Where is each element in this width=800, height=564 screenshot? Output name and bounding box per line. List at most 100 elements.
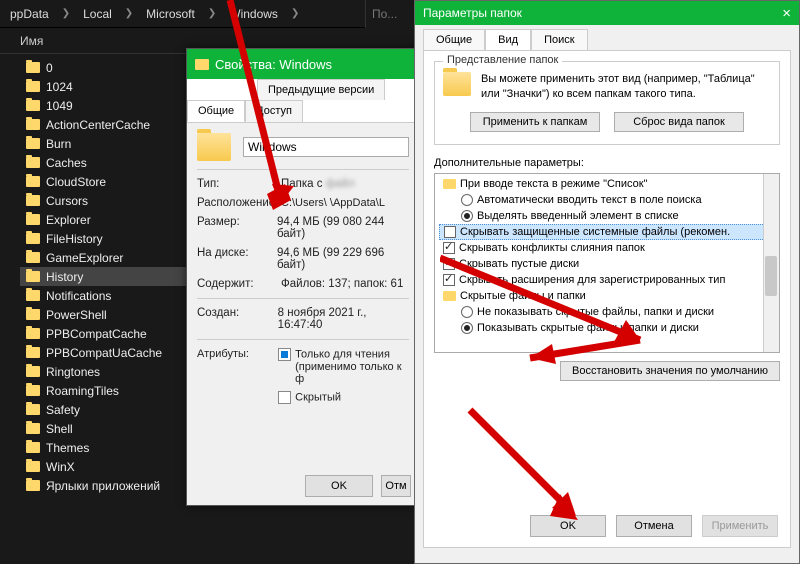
tab-general[interactable]: Общие xyxy=(423,29,485,50)
folder-icon xyxy=(26,119,40,130)
chevron-right-icon: ❯ xyxy=(119,4,139,23)
checkbox[interactable] xyxy=(443,242,455,254)
folder-icon xyxy=(26,309,40,320)
tab-previous-versions[interactable]: Предыдущие версии xyxy=(257,79,385,100)
folder-label: 1049 xyxy=(46,99,73,113)
folder-icon xyxy=(26,176,40,187)
dialog-titlebar[interactable]: Свойства: Windows xyxy=(187,49,419,79)
tab-view[interactable]: Вид xyxy=(485,29,531,50)
folder-icon xyxy=(26,81,40,92)
folder-icon xyxy=(26,347,40,358)
folder-label: History xyxy=(46,270,83,284)
folder-label: PPBCompatUaCache xyxy=(46,346,162,360)
folder-icon xyxy=(26,404,40,415)
breadcrumb-seg[interactable]: Windows xyxy=(223,3,284,25)
folder-icon xyxy=(443,179,456,189)
folder-icon xyxy=(26,62,40,73)
dialog-title: Свойства: Windows xyxy=(215,57,332,72)
checkbox-hide-protected[interactable] xyxy=(444,226,456,238)
ok-button[interactable]: OK xyxy=(305,475,373,497)
folder-icon xyxy=(26,461,40,472)
folder-label: PPBCompatCache xyxy=(46,327,147,341)
breadcrumb-seg[interactable]: Local xyxy=(77,3,118,25)
folder-label: GameExplorer xyxy=(46,251,123,265)
folder-label: RoamingTiles xyxy=(46,384,119,398)
cancel-button[interactable]: Отм xyxy=(381,475,411,497)
folder-label: Caches xyxy=(46,156,87,170)
folder-label: Burn xyxy=(46,137,71,151)
reset-folders-button[interactable]: Сброс вида папок xyxy=(614,112,744,132)
chevron-right-icon: ❯ xyxy=(202,4,222,23)
folder-label: Explorer xyxy=(46,213,91,227)
label-type: Тип: xyxy=(197,178,281,190)
checkbox-readonly[interactable] xyxy=(278,348,291,361)
label-size-on-disk: На диске: xyxy=(197,247,277,271)
radio[interactable] xyxy=(461,306,473,318)
label-size: Размер: xyxy=(197,216,277,240)
apply-to-folders-button[interactable]: Применить к папкам xyxy=(470,112,600,132)
folder-icon xyxy=(26,214,40,225)
folder-options-dialog: Параметры папок × Общие Вид Поиск Предст… xyxy=(414,0,800,564)
folder-icon xyxy=(443,291,456,301)
folder-label: Safety xyxy=(46,403,80,417)
folder-label: Shell xyxy=(46,422,73,436)
folder-label: Themes xyxy=(46,441,89,455)
folder-icon xyxy=(26,252,40,263)
search-input[interactable]: По... xyxy=(365,0,420,28)
folder-label: 0 xyxy=(46,61,53,75)
dialog-title: Параметры папок xyxy=(423,6,522,20)
breadcrumb-seg[interactable]: Microsoft xyxy=(140,3,201,25)
restore-defaults-button[interactable]: Восстановить значения по умолчанию xyxy=(560,361,780,381)
folder-icon xyxy=(26,100,40,111)
folder-label: Notifications xyxy=(46,289,111,303)
radio-show-hidden[interactable] xyxy=(461,322,473,334)
folder-icon xyxy=(26,290,40,301)
chevron-right-icon: ❯ xyxy=(56,4,76,23)
scrollbar-thumb[interactable] xyxy=(765,256,777,296)
apply-button[interactable]: Применить xyxy=(702,515,778,537)
tab-general[interactable]: Общие xyxy=(187,100,245,122)
folder-icon xyxy=(26,366,40,377)
folder-icon xyxy=(26,385,40,396)
folder-label: Cursors xyxy=(46,194,88,208)
checkbox[interactable] xyxy=(443,258,455,270)
ok-button[interactable]: OK xyxy=(530,515,606,537)
scrollbar[interactable] xyxy=(763,174,779,352)
breadcrumb-seg[interactable]: ppData xyxy=(4,3,55,25)
folder-label: CloudStore xyxy=(46,175,106,189)
folder-icon xyxy=(26,271,40,282)
folder-icon xyxy=(195,59,209,70)
folder-icon xyxy=(26,157,40,168)
folder-icon xyxy=(26,442,40,453)
folder-icon xyxy=(26,423,40,434)
label-contains: Содержит: xyxy=(197,278,281,290)
folder-label: WinX xyxy=(46,460,75,474)
checkbox[interactable] xyxy=(443,274,455,286)
folder-icon xyxy=(26,138,40,149)
folder-label: 1024 xyxy=(46,80,73,94)
dialog-titlebar[interactable]: Параметры папок × xyxy=(415,1,799,25)
radio[interactable] xyxy=(461,210,473,222)
tab-sharing[interactable]: Доступ xyxy=(245,100,303,122)
folder-icon xyxy=(26,480,40,491)
properties-dialog: Свойства: Windows Предыдущие версии Общи… xyxy=(186,48,420,506)
column-name[interactable]: Имя xyxy=(20,34,400,48)
tab-search[interactable]: Поиск xyxy=(531,29,587,50)
folder-label: Ярлыки приложений xyxy=(46,479,160,493)
label-attributes: Атрибуты: xyxy=(197,348,278,404)
folder-name-field[interactable] xyxy=(243,137,409,157)
chevron-right-icon: ❯ xyxy=(285,4,305,23)
folder-icon xyxy=(26,233,40,244)
folder-icon xyxy=(26,195,40,206)
close-icon[interactable]: × xyxy=(782,5,791,22)
advanced-settings-tree[interactable]: При вводе текста в режиме "Список" Автом… xyxy=(434,173,780,353)
breadcrumb[interactable]: ppData❯ Local❯ Microsoft❯ Windows❯ xyxy=(0,0,420,28)
folder-icon xyxy=(197,133,231,161)
cancel-button[interactable]: Отмена xyxy=(616,515,692,537)
radio[interactable] xyxy=(461,194,473,206)
label-advanced: Дополнительные параметры: xyxy=(434,157,780,169)
folder-label: ActionCenterCache xyxy=(46,118,150,132)
value-size: 94,4 МБ (99 080 244 байт) xyxy=(277,216,409,240)
folder-label: Ringtones xyxy=(46,365,100,379)
checkbox-hidden[interactable] xyxy=(278,391,291,404)
